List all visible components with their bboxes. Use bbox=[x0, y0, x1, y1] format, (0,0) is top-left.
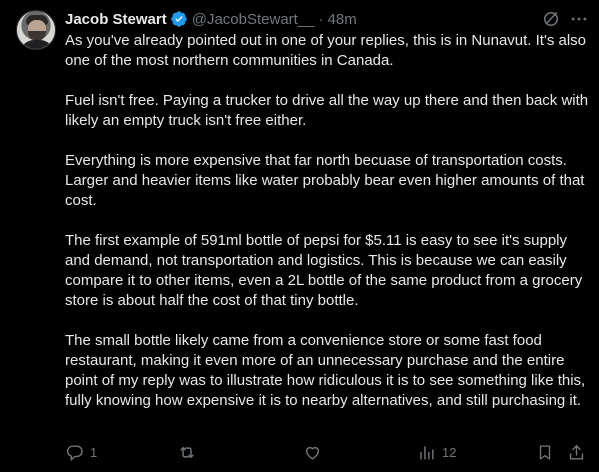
avatar-column bbox=[16, 8, 58, 472]
heart-icon bbox=[303, 443, 322, 462]
tweet-paragraph: Everything is more expensive that far no… bbox=[65, 152, 585, 209]
repost-icon bbox=[177, 443, 197, 462]
tweet-content: Jacob Stewart @JacobStewart__ · 48m As y… bbox=[65, 8, 590, 472]
grok-icon[interactable] bbox=[540, 8, 562, 30]
views-icon bbox=[417, 443, 436, 462]
repost-button[interactable] bbox=[177, 443, 197, 462]
bookmark-icon bbox=[536, 443, 554, 462]
views-button[interactable]: 12 bbox=[417, 443, 456, 462]
share-icon bbox=[567, 443, 586, 462]
like-button[interactable] bbox=[303, 443, 322, 462]
tweet-header: Jacob Stewart @JacobStewart__ · 48m bbox=[65, 9, 590, 29]
share-button[interactable] bbox=[567, 443, 586, 462]
verified-badge-icon[interactable] bbox=[170, 10, 188, 28]
tweet-paragraph: The small bottle likely came from a conv… bbox=[65, 332, 586, 409]
reply-icon bbox=[65, 443, 84, 462]
tweet-paragraph: Fuel isn't free. Paying a trucker to dri… bbox=[65, 92, 589, 129]
avatar-body bbox=[20, 40, 54, 49]
tweet-paragraph: As you've already pointed out in one of … bbox=[65, 32, 587, 69]
avatar[interactable] bbox=[16, 10, 56, 50]
header-actions bbox=[540, 8, 590, 30]
tweet-paragraph: The first example of 591ml bottle of pep… bbox=[65, 232, 583, 309]
bookmark-button[interactable] bbox=[536, 443, 554, 462]
author-handle[interactable]: @JacobStewart__ bbox=[192, 11, 315, 28]
reply-count: 1 bbox=[90, 444, 98, 460]
author-name[interactable]: Jacob Stewart bbox=[65, 11, 167, 28]
tweet-actions: 1 12 bbox=[65, 440, 595, 464]
views-count: 12 bbox=[442, 444, 457, 460]
reply-button[interactable]: 1 bbox=[65, 443, 97, 462]
tweet[interactable]: Jacob Stewart @JacobStewart__ · 48m As y… bbox=[0, 0, 599, 472]
tweet-text: As you've already pointed out in one of … bbox=[65, 31, 590, 411]
more-icon[interactable] bbox=[568, 8, 590, 30]
timestamp[interactable]: 48m bbox=[328, 11, 357, 28]
separator-dot: · bbox=[318, 10, 324, 28]
